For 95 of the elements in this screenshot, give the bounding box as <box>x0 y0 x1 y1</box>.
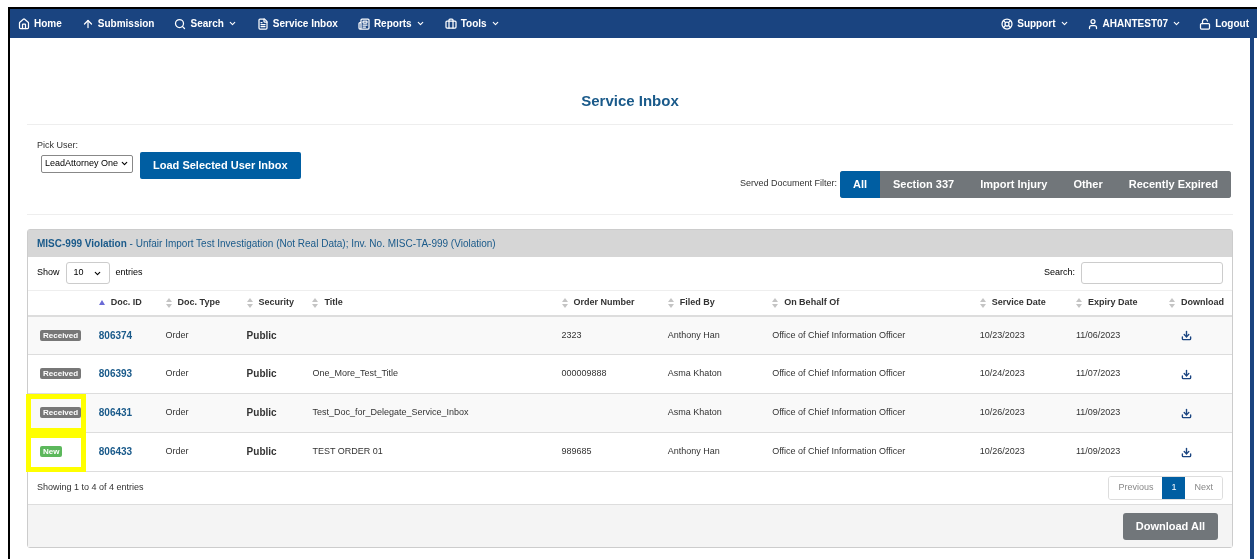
table-cell: TEST ORDER 01 <box>312 446 383 457</box>
sort-icon[interactable] <box>312 297 319 308</box>
nav-link[interactable]: Search <box>174 16 237 31</box>
sort-icon[interactable] <box>979 297 986 308</box>
sort-icon[interactable] <box>1169 297 1176 308</box>
column-header[interactable]: Doc. Type <box>177 295 220 310</box>
download-icon[interactable] <box>1181 368 1193 380</box>
sort-icon[interactable] <box>667 297 674 308</box>
table-cell: Order <box>165 407 189 418</box>
status-badge: Received <box>40 407 82 419</box>
column-header[interactable]: Order Number <box>573 295 635 310</box>
table-cell: 10/26/2023 <box>979 407 1025 418</box>
pagination-button[interactable]: 1 <box>1162 477 1186 499</box>
column-header[interactable]: Expiry Date <box>1087 295 1138 310</box>
table-cell: Public <box>246 407 277 419</box>
status-badge: New <box>40 446 63 458</box>
sort-icon[interactable] <box>246 297 253 308</box>
table-cell: Public <box>246 368 277 380</box>
column-header[interactable]: On Behalf Of <box>784 295 840 310</box>
doc-id-link[interactable]: 806393 <box>98 368 133 380</box>
column-header[interactable]: Service Date <box>991 295 1046 310</box>
table-cell: 11/09/2023 <box>1075 407 1121 418</box>
nav-link[interactable]: Submission <box>81 16 155 31</box>
field-label: Pick User: <box>37 138 79 152</box>
table-cell: 2323 <box>561 329 582 340</box>
status-badge: Received <box>40 329 82 341</box>
sort-icon[interactable] <box>165 297 172 308</box>
load-inbox-button[interactable]: Load Selected User Inbox <box>140 152 301 179</box>
table-cell: Office of Chief Information Officer <box>772 329 906 340</box>
table-cell: Order <box>165 329 189 340</box>
arrow-up-icon <box>81 17 94 30</box>
show-label: Show <box>37 266 60 280</box>
search-icon <box>174 17 187 30</box>
sort-icon[interactable] <box>772 297 779 308</box>
column-header[interactable]: Filed By <box>679 295 715 310</box>
table-cell: One_More_Test_Title <box>312 368 399 379</box>
table-cell: Asma Khaton <box>667 368 722 379</box>
download-icon[interactable] <box>1181 407 1193 419</box>
user-select[interactable]: LeadAttorney One <box>41 155 134 173</box>
table-cell: Anthony Han <box>667 446 720 457</box>
table-cell: Anthony Han <box>667 329 720 340</box>
table-cell: Public <box>246 329 277 341</box>
document-icon <box>256 17 269 30</box>
sort-icon[interactable] <box>561 297 568 308</box>
nav-link[interactable]: AHANTEST07 <box>1086 16 1182 31</box>
search-field[interactable] <box>1081 262 1223 284</box>
entries-label: entries <box>115 266 143 280</box>
entries-info: Showing 1 to 4 of 4 entries <box>37 481 144 495</box>
table-cell: 10/24/2023 <box>979 368 1025 379</box>
nav-link[interactable]: Support <box>1001 16 1069 31</box>
home-icon <box>18 17 30 30</box>
table-cell: 11/06/2023 <box>1075 329 1121 340</box>
table-cell: 10/26/2023 <box>979 446 1025 457</box>
briefcase-icon <box>444 17 457 30</box>
page-title: Service Inbox <box>27 90 1233 125</box>
search-label: Search: <box>1043 266 1075 280</box>
table-cell: 989685 <box>561 446 592 457</box>
status-badge: Received <box>40 368 82 380</box>
padlock-icon <box>1199 17 1212 30</box>
column-header[interactable]: Security <box>258 295 295 310</box>
table-cell: Asma Khaton <box>667 407 722 418</box>
table-cell: 000009888 <box>561 368 607 379</box>
download-icon[interactable] <box>1181 329 1193 341</box>
table-cell: Public <box>246 446 277 458</box>
download-icon[interactable] <box>1181 446 1193 458</box>
sort-icon[interactable] <box>1075 297 1082 308</box>
lifebuoy-icon <box>1001 17 1014 30</box>
nav-link[interactable]: Reports <box>357 16 425 31</box>
table-cell: 11/09/2023 <box>1075 446 1121 457</box>
filter-label: Served Document Filter: <box>739 177 837 191</box>
filter-tab[interactable]: All <box>839 170 880 198</box>
table-cell: 11/07/2023 <box>1075 368 1121 379</box>
nav-link[interactable]: Tools <box>444 16 500 31</box>
table-cell: Test_Doc_for_Delegate_Service_Inbox <box>312 407 469 418</box>
sort-ascending-icon[interactable] <box>98 300 105 305</box>
doc-id-link[interactable]: 806433 <box>98 446 133 458</box>
user-icon <box>1086 17 1099 30</box>
newspaper-icon <box>357 17 370 30</box>
column-header[interactable]: Download <box>1181 295 1225 310</box>
table-cell: Office of Chief Information Officer <box>772 407 906 418</box>
column-header[interactable]: Title <box>324 295 343 310</box>
page-size-select[interactable]: 10 <box>65 262 110 284</box>
nav-link[interactable]: Logout <box>1199 16 1249 31</box>
table-cell: Order <box>165 446 189 457</box>
table-cell: Order <box>165 368 189 379</box>
download-all-button[interactable]: Download All <box>1122 512 1218 540</box>
column-header[interactable]: Doc. ID <box>110 295 142 310</box>
table-cell: 10/23/2023 <box>979 329 1025 340</box>
doc-id-link[interactable]: 806431 <box>98 407 133 419</box>
case-title: MISC-999 Violation - Unfair Import Test Investigation (Not Real Data); Inv. No. MISC-TA-999 (Violation) <box>28 229 1232 257</box>
nav-link[interactable]: Home <box>18 16 62 31</box>
nav-link[interactable]: Service Inbox <box>256 16 338 31</box>
table-cell: Office of Chief Information Officer <box>772 446 906 457</box>
table-cell: Office of Chief Information Officer <box>772 368 906 379</box>
doc-id-link[interactable]: 806374 <box>98 329 133 341</box>
